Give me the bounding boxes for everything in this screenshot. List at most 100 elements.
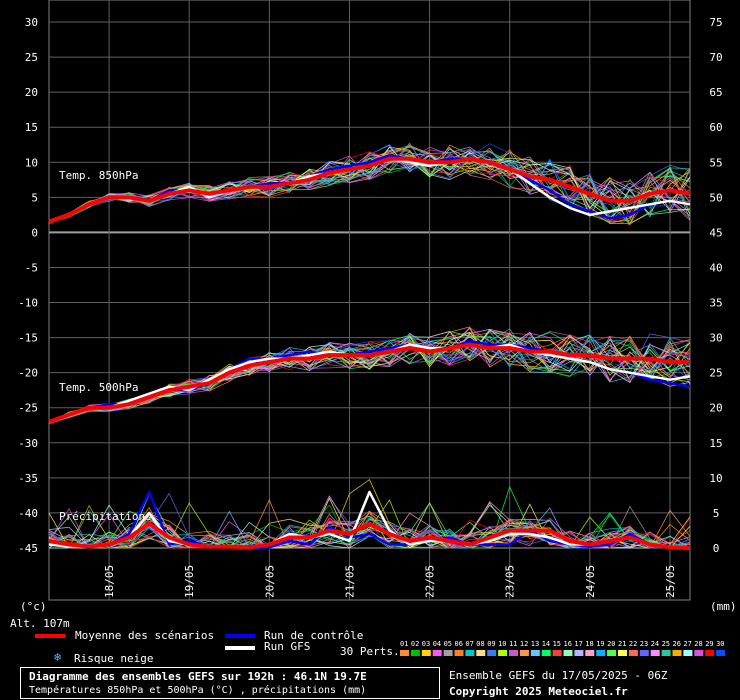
pert-number: 22 <box>629 640 637 648</box>
pert-swatch <box>661 650 671 656</box>
pert-swatch <box>465 650 475 656</box>
x-tick-label: 21/05 <box>343 565 356 598</box>
y-right-tick-label: 50 <box>709 191 722 204</box>
y-right-tick-label: 70 <box>709 51 722 64</box>
x-tick-label: 18/05 <box>103 565 116 598</box>
y-right-tick-label: 20 <box>709 402 722 415</box>
y-left-tick-label: 0 <box>31 226 38 239</box>
pert-number: 21 <box>618 640 626 648</box>
pert-swatch <box>705 650 715 656</box>
pert-number: 08 <box>476 640 484 648</box>
pert-swatch <box>410 650 420 656</box>
y-right-tick-label: 40 <box>709 261 722 274</box>
pert-swatch <box>607 650 617 656</box>
pert-swatch <box>476 650 486 656</box>
pert-swatch <box>574 650 584 656</box>
pert-number: 29 <box>705 640 713 648</box>
legend-snow-label: Risque neige <box>74 652 154 665</box>
ensemble-chart: 302520151050-5-10-15-20-25-30-35-40-45 7… <box>10 0 737 630</box>
pert-number: 06 <box>455 640 463 648</box>
y-right-tick-label: 5 <box>713 507 720 520</box>
pert-swatch <box>596 650 606 656</box>
y-right-tick-label: 35 <box>709 297 722 310</box>
footer-run-info: Ensemble GEFS du 17/05/2025 - 06Z <box>449 669 668 682</box>
pert-swatch <box>421 650 431 656</box>
pert-swatch <box>716 650 726 656</box>
y-left-tick-label: -40 <box>18 507 38 520</box>
snowflake-icon: ❄ <box>54 650 62 664</box>
pert-swatch <box>487 650 497 656</box>
pert-swatch <box>509 650 518 656</box>
pert-number: 13 <box>531 640 539 648</box>
x-tick-label: 20/05 <box>263 565 276 598</box>
y-right-tick-label: 15 <box>709 437 722 450</box>
pert-number: 07 <box>465 640 473 648</box>
y-right-unit-label: (mm) <box>710 600 737 613</box>
pert-number: 17 <box>574 640 582 648</box>
pert-swatch <box>672 650 682 656</box>
y-left-tick-label: 10 <box>25 156 38 169</box>
y-right-tick-label: 10 <box>709 472 722 485</box>
legend-mean-swatch <box>35 634 65 638</box>
legend-mean-label: Moyenne des scénarios <box>75 629 215 642</box>
perturbation-line <box>48 333 691 424</box>
y-left-tick-label: -35 <box>18 472 38 485</box>
pert-swatch <box>519 650 529 656</box>
pert-number: 09 <box>487 640 495 648</box>
pert-number: 02 <box>411 640 419 648</box>
pert-number: 27 <box>683 640 691 648</box>
footer-copyright: Copyright 2025 Meteociel.fr <box>449 685 628 698</box>
perturbation-line <box>48 333 691 423</box>
legend-gfs-swatch <box>225 646 255 650</box>
x-tick-label: 23/05 <box>504 565 517 598</box>
perturbation-line <box>48 332 691 423</box>
pert-number: 30 <box>716 640 724 648</box>
y-axis-right: 757065605550454035302520151050 <box>709 16 722 555</box>
y-right-tick-label: 0 <box>713 542 720 555</box>
legend-perts-label: 30 Perts. <box>340 645 400 658</box>
y-left-tick-label: 20 <box>25 86 38 99</box>
y-left-tick-label: 15 <box>25 121 38 134</box>
pert-swatch <box>498 650 508 656</box>
pert-number: 20 <box>607 640 615 648</box>
pert-swatch <box>639 650 649 656</box>
pert-swatch <box>454 650 464 656</box>
footer-subtitle: Températures 850hPa et 500hPa (°C) , pré… <box>29 685 367 696</box>
pert-number: 12 <box>520 640 528 648</box>
y-left-tick-label: -20 <box>18 367 38 380</box>
pert-number: 23 <box>640 640 648 648</box>
y-left-unit-label: (°c) <box>20 600 47 613</box>
perturbation-line <box>48 331 691 423</box>
y-left-tick-label: -5 <box>25 261 38 274</box>
y-right-tick-label: 55 <box>709 156 722 169</box>
y-axis-left: 30 25 20 15 10 5 0 -5 -10 -15 -20 -25 -30 -35 -40 -45 <box>18 16 38 555</box>
pert-number: 03 <box>422 640 430 648</box>
y-right-tick-label: 25 <box>709 367 722 380</box>
footer-title: Diagramme des ensembles GEFS sur 192h : … <box>29 670 367 683</box>
y-left-tick-label: 25 <box>25 51 38 64</box>
y-right-tick-label: 75 <box>709 16 722 29</box>
x-tick-label: 25/05 <box>664 565 677 598</box>
pert-swatch <box>530 650 540 656</box>
perturbation-legend: 01 02 03 04 05 06 07 08 09 10 11 12 13 14 15 16 17 18 19 20… <box>400 640 726 656</box>
pert-number: 24 <box>651 640 659 648</box>
perturbation-lines <box>48 142 691 549</box>
pert-swatch <box>618 650 627 656</box>
y-left-tick-label: -45 <box>18 542 38 555</box>
pert-number: 15 <box>553 640 561 648</box>
pert-swatch <box>443 650 453 656</box>
pert-swatch <box>585 650 595 656</box>
footer-box: Diagramme des ensembles GEFS sur 192h : … <box>20 667 440 699</box>
pert-swatch <box>650 650 660 656</box>
y-right-tick-label: 45 <box>709 226 722 239</box>
pert-number: 16 <box>564 640 572 648</box>
x-tick-label: 22/05 <box>424 565 437 598</box>
y-left-tick-label: -10 <box>18 297 38 310</box>
pert-number: 18 <box>585 640 593 648</box>
pert-swatch <box>563 650 573 656</box>
x-tick-label: 24/05 <box>584 565 597 598</box>
y-left-tick-label: -30 <box>18 437 38 450</box>
pert-swatch <box>541 650 551 656</box>
perturbation-line <box>48 331 691 424</box>
y-left-tick-label: 5 <box>31 191 38 204</box>
